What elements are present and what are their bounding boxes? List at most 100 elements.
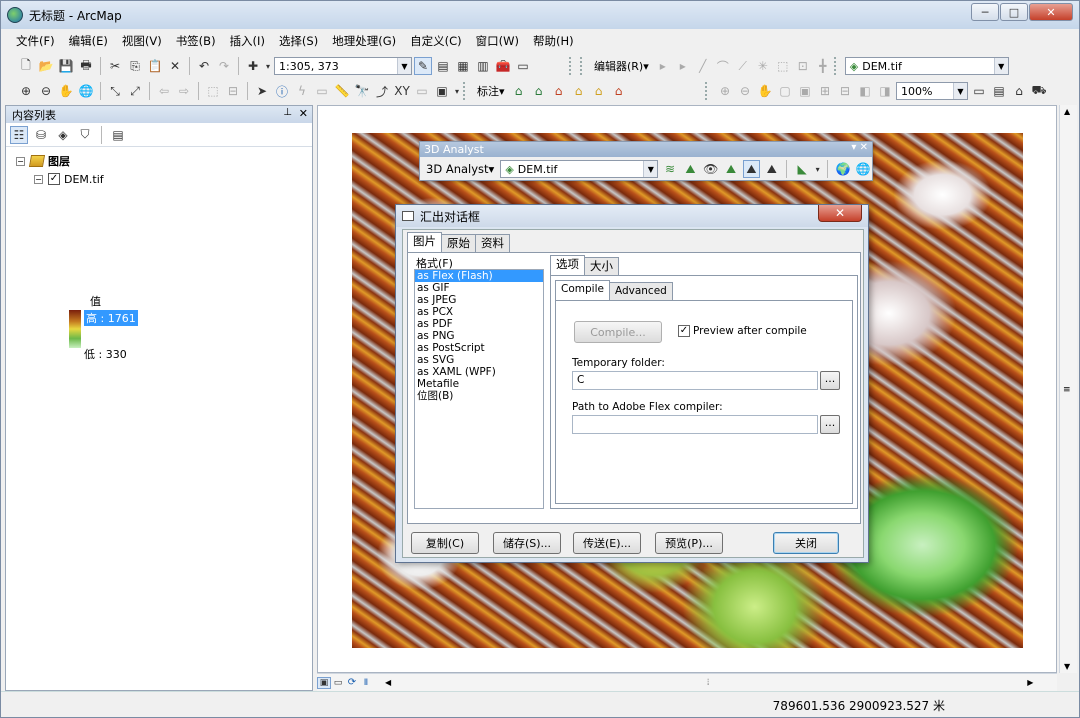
list-by-selection-icon[interactable]: ⛉ [76, 126, 94, 144]
hyperlink-icon[interactable]: ϟ [293, 82, 311, 100]
horizontal-scrollbar[interactable]: ▣ ▭ ⟳ Ⅱ ◀ ⦙ ▶ [317, 673, 1057, 691]
search-window-icon[interactable]: ▥ [474, 57, 492, 75]
pause-labeling-icon[interactable]: ⌂ [570, 82, 588, 100]
tab-raw[interactable]: 原始 [441, 234, 476, 252]
list-item[interactable]: as PCX [415, 306, 543, 318]
chevron-down-icon[interactable]: ▾ [264, 57, 272, 75]
flex-path-field[interactable] [572, 415, 818, 434]
preview-checkbox[interactable]: ✓ [678, 325, 690, 337]
delete-icon[interactable]: ✕ [166, 57, 184, 75]
label-manager-icon[interactable]: ⌂ [510, 82, 528, 100]
temp-folder-field[interactable]: C [572, 371, 818, 390]
arcscene-icon[interactable]: 🌍 [834, 160, 851, 178]
scroll-down-icon[interactable]: ▼ [1064, 662, 1070, 671]
back-extent-layout-icon[interactable]: ◧ [856, 82, 874, 100]
unplaced-labels-icon[interactable]: ⌂ [530, 82, 548, 100]
profile-graph-icon[interactable]: ◣ [793, 160, 810, 178]
interpolate-point-icon[interactable]: ⛰ [722, 160, 739, 178]
forward-icon[interactable]: ⇨ [175, 82, 193, 100]
zoom-out-icon[interactable]: ⊖ [37, 82, 55, 100]
options-icon[interactable]: ▤ [109, 126, 127, 144]
menu-customize[interactable]: 自定义(C) [403, 33, 469, 49]
menu-insert[interactable]: 插入(I) [223, 33, 272, 49]
dialog-close-button[interactable]: ✕ [818, 205, 862, 222]
list-item[interactable]: as GIF [415, 282, 543, 294]
layout-view-icon[interactable]: ▭ [331, 674, 345, 692]
table-window-icon[interactable]: ▤ [434, 57, 452, 75]
close-icon[interactable]: ✕ [299, 107, 308, 120]
tab-compile[interactable]: Compile [555, 280, 610, 300]
chevron-down-icon[interactable]: ▾ [814, 160, 822, 178]
forward-extent-layout-icon[interactable]: ◨ [876, 82, 894, 100]
zoom-out-layout-icon[interactable]: ⊖ [736, 82, 754, 100]
change-layout-icon[interactable]: ⌂ [1010, 82, 1028, 100]
legend-high-label[interactable]: 高 : 1761 [84, 310, 138, 326]
list-item[interactable]: as JPEG [415, 294, 543, 306]
pause-drawing-icon[interactable]: Ⅱ [359, 674, 373, 692]
open-folder-icon[interactable]: 📂 [37, 57, 55, 75]
layer-visibility-checkbox[interactable]: ✓ [48, 173, 60, 185]
chevron-down-icon[interactable]: ▼ [397, 58, 411, 74]
redo-icon[interactable]: ↷ [215, 57, 233, 75]
select-features-icon[interactable]: ⬚ [204, 82, 222, 100]
paste-icon[interactable]: 📋 [146, 57, 164, 75]
close-dialog-button[interactable]: 关闭 [773, 532, 839, 554]
3d-analyst-menu[interactable]: 3D Analyst▾ [423, 162, 497, 176]
fixed-zoom-out-layout-icon[interactable]: ⊟ [836, 82, 854, 100]
tab-advanced[interactable]: Advanced [608, 282, 673, 300]
straight-segment-icon[interactable]: ╱ [694, 57, 712, 75]
vertical-scrollbar[interactable]: ▲ ≡ ▼ [1059, 105, 1077, 673]
preview-button[interactable]: 预览(P)... [655, 532, 723, 554]
focus-data-frame-icon[interactable]: ▤ [990, 82, 1008, 100]
html-popup-icon[interactable]: ▭ [313, 82, 331, 100]
chevron-down-icon[interactable]: ▼ [993, 58, 1008, 74]
menu-help[interactable]: 帮助(H) [526, 33, 581, 49]
scroll-up-icon[interactable]: ▲ [1064, 107, 1070, 116]
point-icon[interactable]: ✳ [754, 57, 772, 75]
data-view-icon[interactable]: ▣ [317, 676, 331, 689]
interpolate-polygon-icon[interactable]: ⛰ [763, 160, 780, 178]
scroll-grip-icon[interactable]: ⦙ [707, 678, 709, 688]
compile-button[interactable]: Compile... [574, 321, 662, 343]
layer-combo[interactable]: ◈ DEM.tif ▼ [844, 57, 1009, 75]
collapse-icon[interactable]: − [34, 174, 43, 184]
go-to-xy-icon[interactable]: XY [393, 82, 411, 100]
maximize-button[interactable]: □ [1000, 3, 1028, 21]
zoom-in-icon[interactable]: ⊕ [17, 82, 35, 100]
chevron-down-icon[interactable]: ▼ [643, 161, 658, 177]
python-window-icon[interactable]: ▭ [514, 57, 532, 75]
menu-file[interactable]: 文件(F) [9, 33, 62, 49]
zoom-whole-page-icon[interactable]: ▢ [776, 82, 794, 100]
save-icon[interactable]: 💾 [57, 57, 75, 75]
list-item[interactable]: as PostScript [415, 342, 543, 354]
cut-icon[interactable]: ✂ [106, 57, 124, 75]
scroll-grip-icon[interactable]: ≡ [1063, 385, 1071, 395]
arctoolbox-icon[interactable]: 🧰 [494, 57, 512, 75]
color-ramp[interactable] [69, 310, 81, 348]
edit-annotation-icon[interactable]: ▸ [674, 57, 692, 75]
fixed-zoom-in-icon[interactable]: ⤡ [106, 82, 124, 100]
legend-low-label[interactable]: 低 : 330 [84, 346, 127, 362]
tab-image[interactable]: 图片 [407, 232, 442, 252]
refresh-icon[interactable]: ⟳ [345, 674, 359, 692]
scale-combo[interactable]: 1:305, 373 ▼ [274, 57, 412, 75]
menu-view[interactable]: 视图(V) [115, 33, 169, 49]
interpolate-line-icon[interactable]: ⛰ [742, 160, 761, 178]
label-weight-icon[interactable]: ⌂ [610, 82, 628, 100]
list-item[interactable]: 位图(B) [415, 390, 543, 402]
create-viewer-window-icon[interactable]: ▣ [433, 82, 451, 100]
trace-icon[interactable]: ⟋ [734, 57, 752, 75]
steepest-path-icon[interactable]: ⛰ [682, 160, 699, 178]
pin-icon[interactable]: ⊥ [283, 107, 292, 118]
collapse-icon[interactable]: − [16, 156, 25, 166]
contour-icon[interactable]: ≋ [661, 160, 678, 178]
clear-selection-icon[interactable]: ⊟ [224, 82, 242, 100]
view-unplaced-icon[interactable]: ⌂ [590, 82, 608, 100]
find-icon[interactable]: 🔭 [353, 82, 371, 100]
copy-button[interactable]: 复制(C) [411, 532, 479, 554]
cut-polygon-icon[interactable]: ╋ [814, 57, 832, 75]
edit-vertices-icon[interactable]: ⬚ [774, 57, 792, 75]
flex-path-browse-button[interactable]: ... [820, 415, 840, 434]
zoom-in-layout-icon[interactable]: ⊕ [716, 82, 734, 100]
zoom-combo[interactable]: 100% ▼ [896, 82, 968, 100]
